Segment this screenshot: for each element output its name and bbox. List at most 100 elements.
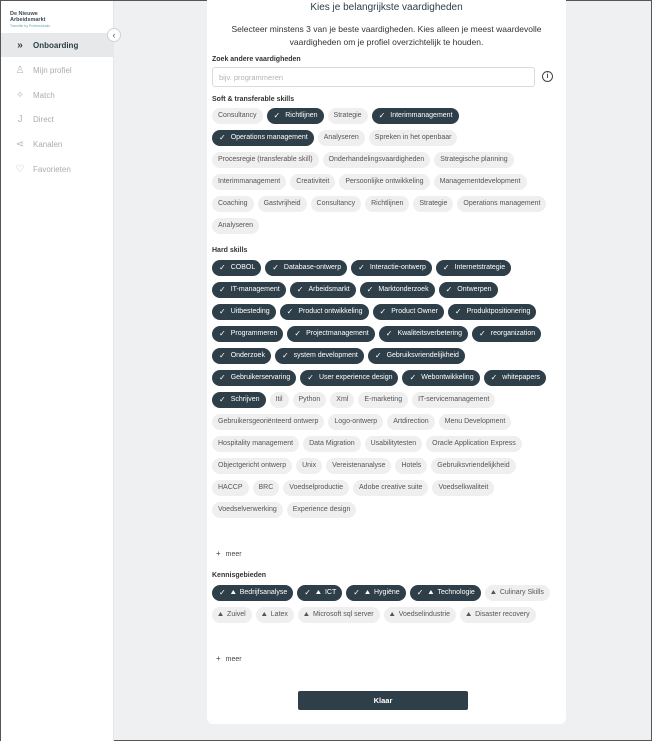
skill-chip[interactable]: ✓ Internetstrategie [435, 260, 512, 276]
skill-chip[interactable]: ✓ Onderzoek [212, 348, 271, 364]
skill-chip[interactable]: ✓ User experience design [300, 370, 399, 386]
skill-chip[interactable]: Creativiteit [290, 174, 336, 190]
skill-chip[interactable]: Voedselkwaliteit [432, 480, 495, 496]
skill-chip[interactable]: ✓ Ontwerpen [438, 282, 498, 298]
skill-chip[interactable]: ✓ Richtlijnen [266, 108, 324, 124]
sidebar-item-mijn-profiel[interactable]: ♙ Mijn profiel [1, 58, 114, 82]
skill-chip[interactable]: Onderhandelingsvaardigheden [322, 152, 431, 168]
info-icon[interactable]: i [542, 71, 553, 82]
skill-chip[interactable]: ✓ Gebruikerservaring [212, 370, 297, 386]
skill-chip[interactable]: ⛰ Zuivel [212, 607, 252, 623]
skill-chip[interactable]: ✓ Webontwikkeling [402, 370, 480, 386]
skill-chip[interactable]: ✓ whitepapers [483, 370, 547, 386]
skill-chip[interactable]: ✓ Interactie-ontwerp [351, 260, 432, 276]
skill-chip[interactable]: ✓ Product ontwikkeling [279, 304, 369, 320]
skill-chip[interactable]: Experience design [286, 502, 357, 518]
skill-chip[interactable]: Gebruiksvriendelijkheid [431, 458, 516, 474]
skill-chip[interactable]: ✓ Gebruiksvriendelijkheid [367, 348, 465, 364]
skill-chip[interactable]: ✓ ⛰ Bedrijfsanalyse [212, 585, 294, 601]
skill-chip-label: Python [298, 396, 321, 403]
sidebar-item-kanalen[interactable]: ⋖ Kanalen [1, 132, 114, 156]
skill-chip[interactable]: BRC [252, 480, 280, 496]
skill-chip[interactable]: Consultancy [212, 108, 263, 124]
skill-chip[interactable]: Unix [296, 458, 323, 474]
sidebar-item-direct[interactable]: J Direct [1, 107, 114, 131]
skill-chip[interactable]: ✓ Uitbesteding [212, 304, 276, 320]
skill-chip[interactable]: ✓ Interimmanagement [371, 108, 459, 124]
skill-chip[interactable]: ✓ Programmeren [212, 326, 284, 342]
skill-chip[interactable]: Artdirection [387, 414, 435, 430]
skill-chip[interactable]: Voedselverwerking [212, 502, 283, 518]
skill-chip[interactable]: HACCP [212, 480, 249, 496]
skill-chip[interactable]: IT-servicemanagement [412, 392, 496, 408]
skill-chip[interactable]: Strategie [327, 108, 368, 124]
skill-chip[interactable]: ✓ Projectmanagement [287, 326, 375, 342]
skill-chip[interactable]: Itil [269, 392, 289, 408]
hard-skills-more-button[interactable]: + meer [216, 549, 242, 558]
done-button[interactable]: Klaar [298, 691, 468, 710]
skill-chip[interactable]: ✓ ⛰ Technologie [409, 585, 481, 601]
skill-chip[interactable]: ✓ reorganization [472, 326, 542, 342]
skill-chip[interactable]: ✓ Kwaliteitsverbetering [378, 326, 469, 342]
skill-chip[interactable]: ✓ Produktpositionering [447, 304, 537, 320]
skill-chip[interactable]: ✓ Marktonderzoek [359, 282, 435, 298]
skill-chip[interactable]: Logo-ontwerp [328, 414, 384, 430]
brand-logo[interactable]: De Nieuwe Arbeidsmarkt Transitie by Prof… [10, 11, 50, 29]
skill-chip[interactable]: ✓ Product Owner [372, 304, 444, 320]
skill-chip[interactable]: ✓ system development [274, 348, 364, 364]
skill-chip[interactable]: ⛰ Microsoft sql server [297, 607, 380, 623]
skill-chip[interactable]: ✓ ⛰ Hygiëne [346, 585, 406, 601]
page-subtitle: Selecteer minstens 3 van je beste vaardi… [231, 24, 542, 47]
skill-chip[interactable]: ✓ COBOL [212, 260, 262, 276]
skill-chip[interactable]: Hotels [395, 458, 428, 474]
skill-chip[interactable]: ✓ IT-management [212, 282, 286, 298]
skill-chip[interactable]: Managementdevelopment [433, 174, 527, 190]
skill-chip[interactable]: Voedselproductie [283, 480, 350, 496]
sidebar-item-favorieten[interactable]: ♡ Favorieten [1, 157, 114, 181]
skill-chip[interactable]: Consultancy [310, 196, 362, 212]
skill-chip[interactable]: Interimmanagement [212, 174, 287, 190]
skill-chip[interactable]: Oracle Application Express [426, 436, 522, 452]
skill-chip[interactable]: ⛰ Culinary Skills [484, 585, 550, 601]
skill-chip[interactable]: Usabilitytesten [364, 436, 423, 452]
skill-chip[interactable]: Richtlijnen [365, 196, 410, 212]
skill-chip[interactable]: ✓ Operations management [212, 130, 314, 146]
skill-chip[interactable]: E-marketing [358, 392, 409, 408]
skill-chip[interactable]: Strategische planning [434, 152, 514, 168]
skill-chip[interactable]: Data Migration [303, 436, 361, 452]
skill-chip[interactable]: Analyseren [317, 130, 365, 146]
skill-chip[interactable]: ⛰ Voedselindustrie [383, 607, 457, 623]
skill-chip[interactable]: Hospitality management [212, 436, 300, 452]
skill-chip[interactable]: Analyseren [212, 218, 260, 234]
skill-chip[interactable]: Vereistenanalyse [326, 458, 392, 474]
skill-chip[interactable]: ✓ Arbeidsmarkt [289, 282, 356, 298]
skill-chip-label: Uitbesteding [230, 308, 270, 315]
skill-chip[interactable]: ✓ Schrijven [212, 392, 266, 408]
skill-chip[interactable]: Persoonlijke ontwikkeling [339, 174, 430, 190]
skill-chip-label: Internetstrategie [454, 264, 506, 271]
skill-chip[interactable]: ✓ ⛰ ICT [297, 585, 343, 601]
skill-chip[interactable]: Strategie [413, 196, 454, 212]
skill-chip-label: Experience design [292, 506, 351, 513]
skill-chip[interactable]: Menu Development [438, 414, 512, 430]
skill-chip[interactable]: Procesregie (transferable skill) [212, 152, 319, 168]
sidebar-item-onboarding[interactable]: » Onboarding [1, 33, 114, 57]
skill-chip[interactable]: Gastvrijheid [257, 196, 307, 212]
skill-chip[interactable]: ✓ Database-ontwerp [265, 260, 348, 276]
search-input[interactable] [212, 67, 535, 87]
skill-chip[interactable]: Adobe creative suite [353, 480, 429, 496]
skill-chip-label: Operations management [230, 134, 308, 141]
knowledge-more-button[interactable]: + meer [216, 654, 242, 663]
collapse-sidebar-button[interactable]: ‹ [107, 28, 121, 42]
skill-chip[interactable]: Coaching [212, 196, 254, 212]
skill-chip[interactable]: Xml [330, 392, 355, 408]
skill-chip[interactable]: ⛰ Disaster recovery [460, 607, 536, 623]
skill-chip-label: Analyseren [323, 134, 359, 141]
skill-chip[interactable]: Gebruikersgeoriënteerd ontwerp [212, 414, 325, 430]
skill-chip[interactable]: Python [292, 392, 327, 408]
skill-chip[interactable]: Objectgericht ontwerp [212, 458, 293, 474]
skill-chip[interactable]: Operations management [457, 196, 547, 212]
skill-chip[interactable]: Spreken in het openbaar [368, 130, 458, 146]
skill-chip[interactable]: ⛰ Latex [255, 607, 294, 623]
sidebar-item-match[interactable]: ✧ Match [1, 83, 114, 107]
